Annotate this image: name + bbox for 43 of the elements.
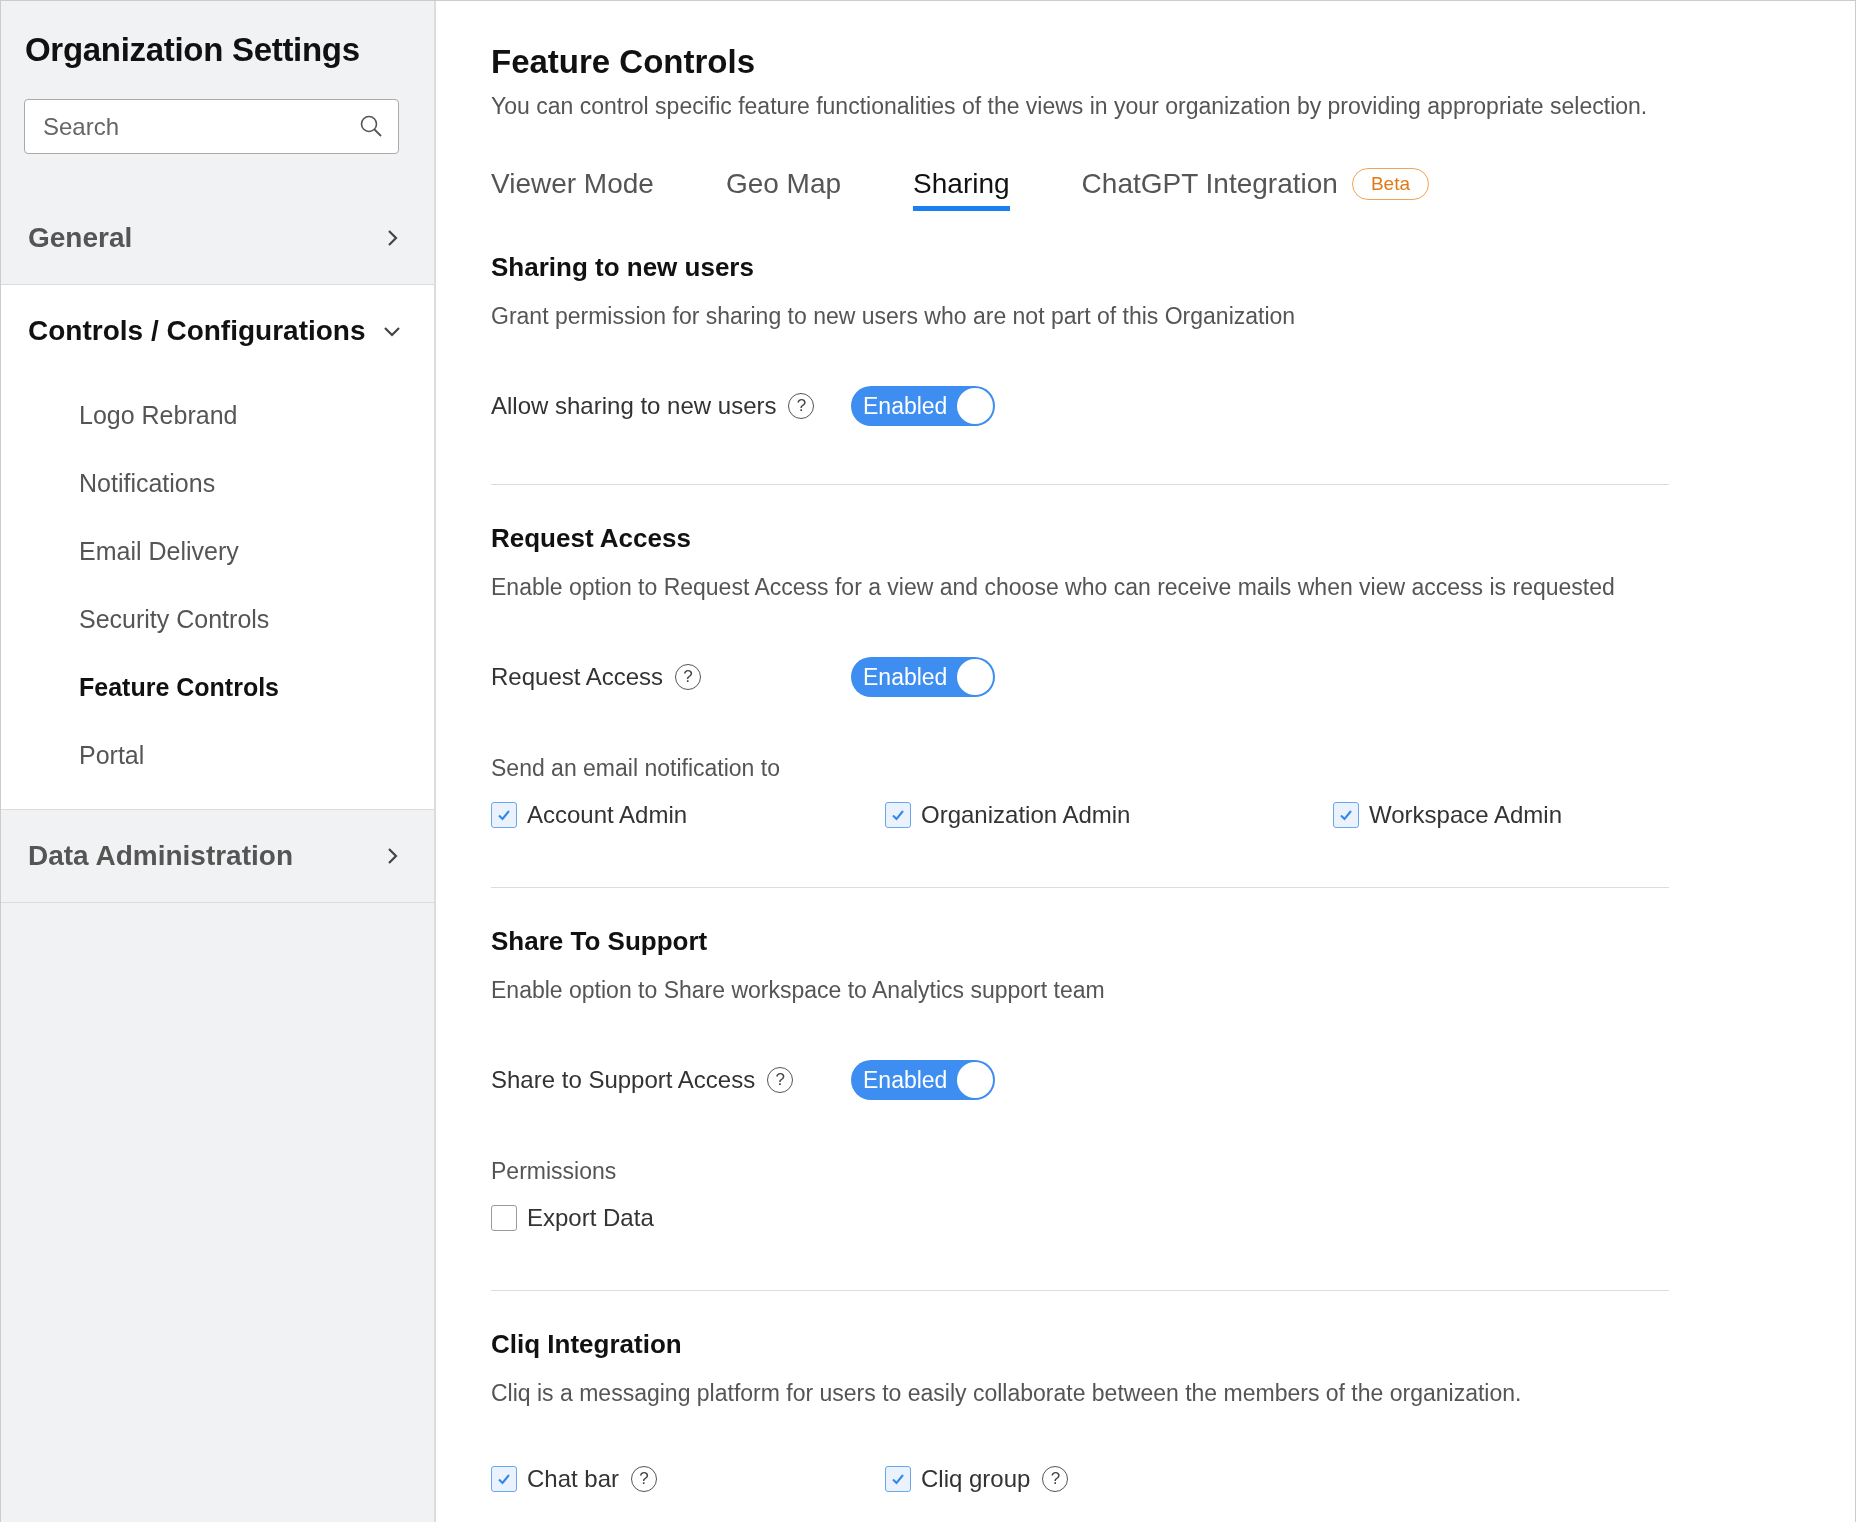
section-title: Sharing to new users xyxy=(491,252,755,283)
sidebar-section[interactable]: Data Administration xyxy=(1,810,434,902)
page-title: Feature Controls xyxy=(491,43,757,81)
checkbox[interactable] xyxy=(491,1466,517,1492)
tab[interactable]: Sharing xyxy=(913,167,1010,211)
section-description: Enable option to Share workspace to Analytics support team xyxy=(491,977,1106,1004)
tab[interactable]: Viewer Mode xyxy=(491,167,654,211)
checkbox[interactable] xyxy=(491,1205,517,1231)
section-description: Grant permission for sharing to new users who are not part of this Organization xyxy=(491,303,1297,330)
checkbox[interactable] xyxy=(885,1466,911,1492)
sidebar-item[interactable]: Notifications xyxy=(1,449,434,517)
setting-label: Request Access xyxy=(491,663,664,691)
sidebar-section[interactable]: General xyxy=(1,192,434,284)
sidebar-title: Organization Settings xyxy=(24,30,361,69)
section-title: Share To Support xyxy=(491,926,709,957)
checkbox-label: Account Admin xyxy=(527,801,688,829)
search-field[interactable]: Search xyxy=(24,99,399,154)
sidebar-item[interactable]: Feature Controls xyxy=(1,653,434,721)
page-description: You can control specific feature functionalities of the views in your organization by providing appropriate selection. xyxy=(491,93,1649,120)
checkbox-label: Organization Admin xyxy=(921,801,1131,829)
checkbox[interactable] xyxy=(491,802,517,828)
search-icon xyxy=(359,114,383,138)
section-title: Cliq Integration xyxy=(491,1329,683,1360)
group-caption: Permissions xyxy=(491,1158,618,1185)
section-description: Enable option to Request Access for a view and choose who can receive mails when view access is requested xyxy=(491,574,1616,601)
setting-label: Allow sharing to new users xyxy=(491,392,777,420)
sidebar-section[interactable]: Controls / Configurations xyxy=(1,285,434,377)
section-description: Cliq is a messaging platform for users to easily collaborate between the members of the organization. xyxy=(491,1380,1523,1407)
section-title: Request Access xyxy=(491,523,692,554)
checkbox[interactable] xyxy=(885,802,911,828)
setting-label: Share to Support Access xyxy=(491,1066,756,1094)
sidebar-item[interactable]: Security Controls xyxy=(1,585,434,653)
group-caption: Send an email notification to xyxy=(491,755,781,782)
checkbox-label: Workspace Admin xyxy=(1369,801,1562,829)
sidebar-item[interactable]: Logo Rebrand xyxy=(1,381,434,449)
sidebar-item[interactable]: Portal xyxy=(1,721,434,789)
checkbox-label: Cliq group xyxy=(921,1465,1031,1493)
checkbox-label: Export Data xyxy=(527,1204,654,1232)
tab[interactable]: ChatGPT Integration xyxy=(1081,167,1338,211)
sidebar-item[interactable]: Email Delivery xyxy=(1,517,434,585)
checkbox[interactable] xyxy=(1333,802,1359,828)
tab[interactable]: Geo Map xyxy=(725,167,842,211)
checkbox-label: Chat bar xyxy=(527,1465,620,1493)
